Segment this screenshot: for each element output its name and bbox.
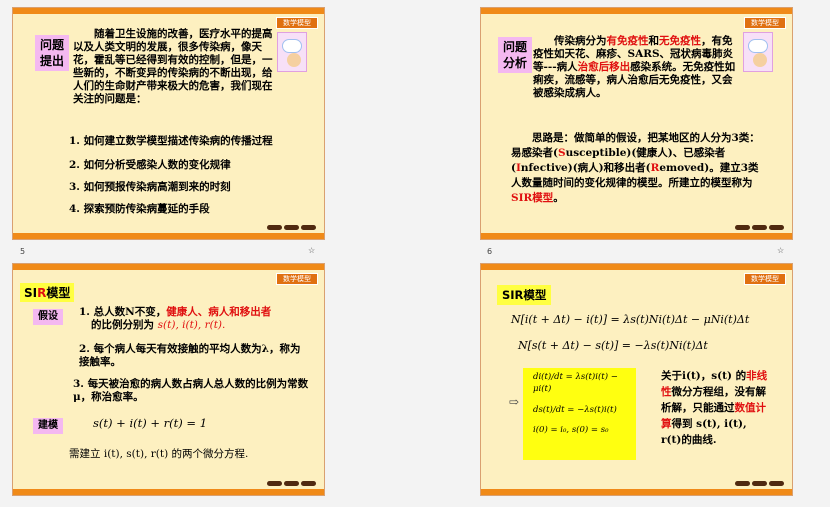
nav-buttons[interactable] bbox=[267, 481, 316, 486]
slide-5[interactable]: 数学模型 问题 提出 随着卫生设施的改善，医疗水平的提高以及人类文明的发展，很多… bbox=[12, 7, 325, 240]
arrow-icon: ⇨ bbox=[509, 395, 520, 409]
next-icon[interactable] bbox=[769, 225, 784, 230]
intro-text: 随着卫生设施的改善，医疗水平的提高以及人类文明的发展，很多传染病，像天花，霍乱等… bbox=[73, 28, 273, 105]
requirement-text: 需建立 i(t), s(t), r(t) 的两个微分方程. bbox=[69, 448, 249, 460]
prev-icon[interactable] bbox=[267, 481, 282, 486]
equation-1: N[i(t + Δt) − i(t)] = λs(t)Ni(t)Δt − μNi… bbox=[511, 313, 750, 326]
next-icon[interactable] bbox=[769, 481, 784, 486]
slide-6[interactable]: 数学模型 问题 分析 传染病分为有免疫性和无免疫性，有免疫性如天花、麻疹、SAR… bbox=[480, 7, 793, 240]
slide-number: 6 bbox=[487, 247, 493, 256]
slide-8[interactable]: 数学模型 SIR模型 N[i(t + Δt) − i(t)] = λs(t)Ni… bbox=[480, 263, 793, 496]
nav-buttons[interactable] bbox=[267, 225, 316, 230]
top-bar bbox=[481, 264, 792, 270]
home-icon[interactable] bbox=[752, 225, 767, 230]
slide-tag: 数学模型 bbox=[276, 273, 318, 285]
nav-buttons[interactable] bbox=[735, 481, 784, 486]
home-icon[interactable] bbox=[752, 481, 767, 486]
star-icon: ☆ bbox=[777, 246, 785, 255]
list-item: 2. 如何分析受感染人数的变化规律 bbox=[69, 159, 231, 171]
analysis-paragraph: 传染病分为有免疫性和无免疫性，有免疫性如天花、麻疹、SARS、冠状病毒肺炎等--… bbox=[533, 35, 736, 99]
ode-system: di(t)/dt = λs(t)i(t) − μi(t) ds(t)/dt = … bbox=[523, 368, 636, 460]
prev-icon[interactable] bbox=[735, 481, 750, 486]
bottom-bar bbox=[13, 489, 324, 495]
assumption-1: 1. 总人数N不变，健康人、病人和移出者 的比例分别为 s(t), i(t), … bbox=[79, 306, 272, 331]
next-icon[interactable] bbox=[301, 481, 316, 486]
approach-paragraph: 思路是：做简单的假设，把某地区的人分为3类：易感染者(Susceptible)(… bbox=[511, 132, 760, 204]
assumption-2: 2. 每个病人每天有效接触的平均人数为λ，称为接触率。 bbox=[79, 343, 301, 368]
bottom-bar bbox=[481, 233, 792, 239]
home-icon[interactable] bbox=[284, 481, 299, 486]
top-bar bbox=[13, 264, 324, 270]
nav-buttons[interactable] bbox=[735, 225, 784, 230]
ode-2: ds(t)/dt = −λs(t)i(t) bbox=[533, 405, 617, 415]
bottom-bar bbox=[13, 233, 324, 239]
slide-title: SIR模型 bbox=[20, 283, 75, 302]
slide-7[interactable]: 数学模型 SIR模型 假设 1. 总人数N不变，健康人、病人和移出者 的比例分别… bbox=[12, 263, 325, 496]
build-label: 建模 bbox=[33, 418, 63, 434]
top-bar bbox=[481, 8, 792, 14]
list-item: 1. 如何建立数学模型描述传染病的传播过程 bbox=[69, 135, 273, 147]
bottom-bar bbox=[481, 489, 792, 495]
initial-conditions: i(0) = i₀, s(0) = s₀ bbox=[533, 425, 609, 435]
prev-icon[interactable] bbox=[735, 225, 750, 230]
slide-number: 5 bbox=[20, 247, 26, 256]
assumption-3: 3. 每天被治愈的病人数占病人总人数的比例为常数 μ，称治愈率。 bbox=[73, 378, 309, 403]
slide-title: SIR模型 bbox=[497, 285, 552, 305]
section-label: 问题 提出 bbox=[35, 35, 69, 71]
prev-icon[interactable] bbox=[267, 225, 282, 230]
ode-1: di(t)/dt = λs(t)i(t) − μi(t) bbox=[533, 372, 618, 394]
equation-2: N[s(t + Δt) − s(t)] = −λs(t)Ni(t)Δt bbox=[518, 339, 708, 352]
section-label: 问题 分析 bbox=[498, 37, 532, 73]
home-icon[interactable] bbox=[284, 225, 299, 230]
slide-tag: 数学模型 bbox=[276, 17, 318, 29]
star-icon: ☆ bbox=[308, 246, 316, 255]
list-item: 4. 探索预防传染病蔓延的手段 bbox=[69, 203, 210, 215]
top-bar bbox=[13, 8, 324, 14]
slide-tag: 数学模型 bbox=[744, 17, 786, 29]
solution-note: 关于i(t)，s(t) 的非线性微分方程组，没有解析解，只能通过数值计算得到 s… bbox=[661, 370, 768, 446]
slide-tag: 数学模型 bbox=[744, 273, 786, 285]
cartoon-image bbox=[743, 32, 773, 72]
cartoon-image bbox=[277, 32, 307, 72]
sum-equation: s(t) + i(t) + r(t) = 1 bbox=[93, 416, 208, 430]
list-item: 3. 如何预报传染病高潮到来的时刻 bbox=[69, 181, 231, 193]
next-icon[interactable] bbox=[301, 225, 316, 230]
assume-label: 假设 bbox=[33, 309, 63, 325]
